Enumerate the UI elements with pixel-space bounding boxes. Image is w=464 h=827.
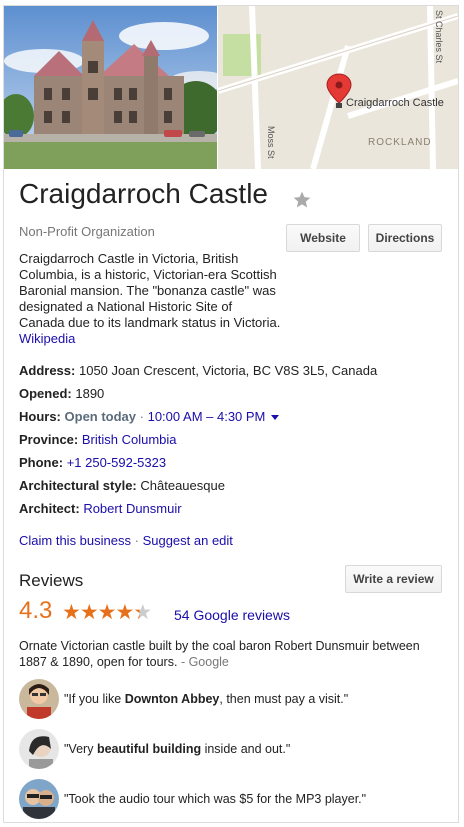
hours-label: Hours: (19, 409, 61, 424)
review-snippet[interactable]: "Very beautiful building inside and out.… (64, 742, 290, 756)
star-partial-icon: ★ (133, 601, 152, 624)
website-button[interactable]: Website (286, 224, 360, 252)
province-label: Province: (19, 432, 79, 447)
map-pin-label: Craigdarroch Castle (346, 97, 444, 109)
phone-link[interactable]: +1 250-592-5323 (67, 455, 166, 470)
snippet-text: , then must pay a visit." (219, 692, 349, 706)
description-text: Craigdarroch Castle in Victoria, British… (19, 251, 281, 330)
star-full-icon: ★ (115, 601, 134, 624)
province-link[interactable]: British Columbia (82, 432, 177, 447)
phone-label: Phone: (19, 455, 64, 470)
snippet-highlight: Downton Abbey (124, 692, 220, 706)
address-row: Address: 1050 Joan Crescent, Victoria, B… (19, 363, 377, 378)
phone-row: Phone: +1 250-592-5323 (19, 455, 166, 470)
snippet-text: "Very (64, 742, 97, 756)
location-map[interactable]: Moss St St Charles St ROCKLAND Craigdarr… (218, 6, 458, 169)
hours-row[interactable]: Hours: Open today · 10:00 AM – 4:30 PM (19, 409, 280, 424)
reviewer-avatar[interactable] (19, 779, 59, 819)
opened-value: 1890 (75, 386, 105, 401)
review-snippet[interactable]: "Took the audio tour which was $5 for th… (64, 792, 366, 806)
snippet-text: "Took the audio tour which was $5 for th… (64, 792, 367, 806)
castle-photo[interactable] (4, 6, 217, 169)
place-description: Craigdarroch Castle in Victoria, British… (19, 251, 281, 347)
place-category: Non-Profit Organization (19, 224, 155, 239)
address-value: 1050 Joan Crescent, Victoria, BC V8S 3L5… (78, 363, 378, 378)
neighborhood-label: ROCKLAND (368, 137, 432, 148)
knowledge-panel: Moss St St Charles St ROCKLAND Craigdarr… (3, 5, 459, 823)
star-full-icon: ★ (97, 601, 117, 624)
address-label: Address: (19, 363, 76, 378)
place-title: Craigdarroch Castle (19, 178, 268, 209)
architect-link[interactable]: Robert Dunsmuir (83, 501, 181, 516)
snippet-text: "If you like (64, 692, 125, 706)
snippet-highlight: beautiful building (96, 742, 202, 756)
province-row: Province: British Columbia (19, 432, 177, 447)
rating-stars: ★★★★★ (62, 600, 152, 625)
owner-links: Claim this business · Suggest an edit (19, 533, 233, 548)
write-review-button[interactable]: Write a review (345, 565, 442, 593)
hours-status: Open today (64, 409, 137, 424)
summary-source: - Google (180, 655, 229, 669)
rating-score: 4.3 (19, 597, 53, 624)
hours-separator: · (136, 409, 148, 424)
style-value: Châteauesque (140, 478, 225, 493)
claim-business-link[interactable]: Claim this business (19, 533, 131, 548)
snippet-text: inside and out." (201, 742, 291, 756)
style-row: Architectural style: Châteauesque (19, 478, 225, 493)
directions-button[interactable]: Directions (368, 224, 442, 252)
star-full-icon: ★ (79, 601, 99, 624)
reviewer-avatar[interactable] (19, 679, 59, 719)
google-reviews-link[interactable]: 54 Google reviews (174, 607, 290, 623)
style-label: Architectural style: (19, 478, 137, 493)
review-snippet[interactable]: "If you like Downton Abbey, then must pa… (64, 692, 348, 706)
opened-label: Opened: (19, 386, 72, 401)
architect-row: Architect: Robert Dunsmuir (19, 501, 182, 516)
star-full-icon: ★ (62, 601, 81, 624)
architect-label: Architect: (19, 501, 80, 516)
review-summary: Ornate Victorian castle built by the coa… (19, 638, 449, 670)
reviews-heading: Reviews (19, 571, 84, 590)
st-charles-street-label: St Charles St (434, 10, 444, 64)
wikipedia-link[interactable]: Wikipedia (19, 331, 75, 346)
links-separator: · (131, 533, 143, 548)
hours-value[interactable]: 10:00 AM – 4:30 PM (148, 409, 266, 424)
dropdown-arrow-icon[interactable] (271, 415, 280, 421)
save-star-icon[interactable] (292, 190, 312, 210)
reviewer-avatar[interactable] (19, 729, 59, 769)
moss-street-label: Moss St (266, 126, 276, 159)
opened-row: Opened: 1890 (19, 386, 104, 401)
suggest-edit-link[interactable]: Suggest an edit (143, 533, 233, 548)
